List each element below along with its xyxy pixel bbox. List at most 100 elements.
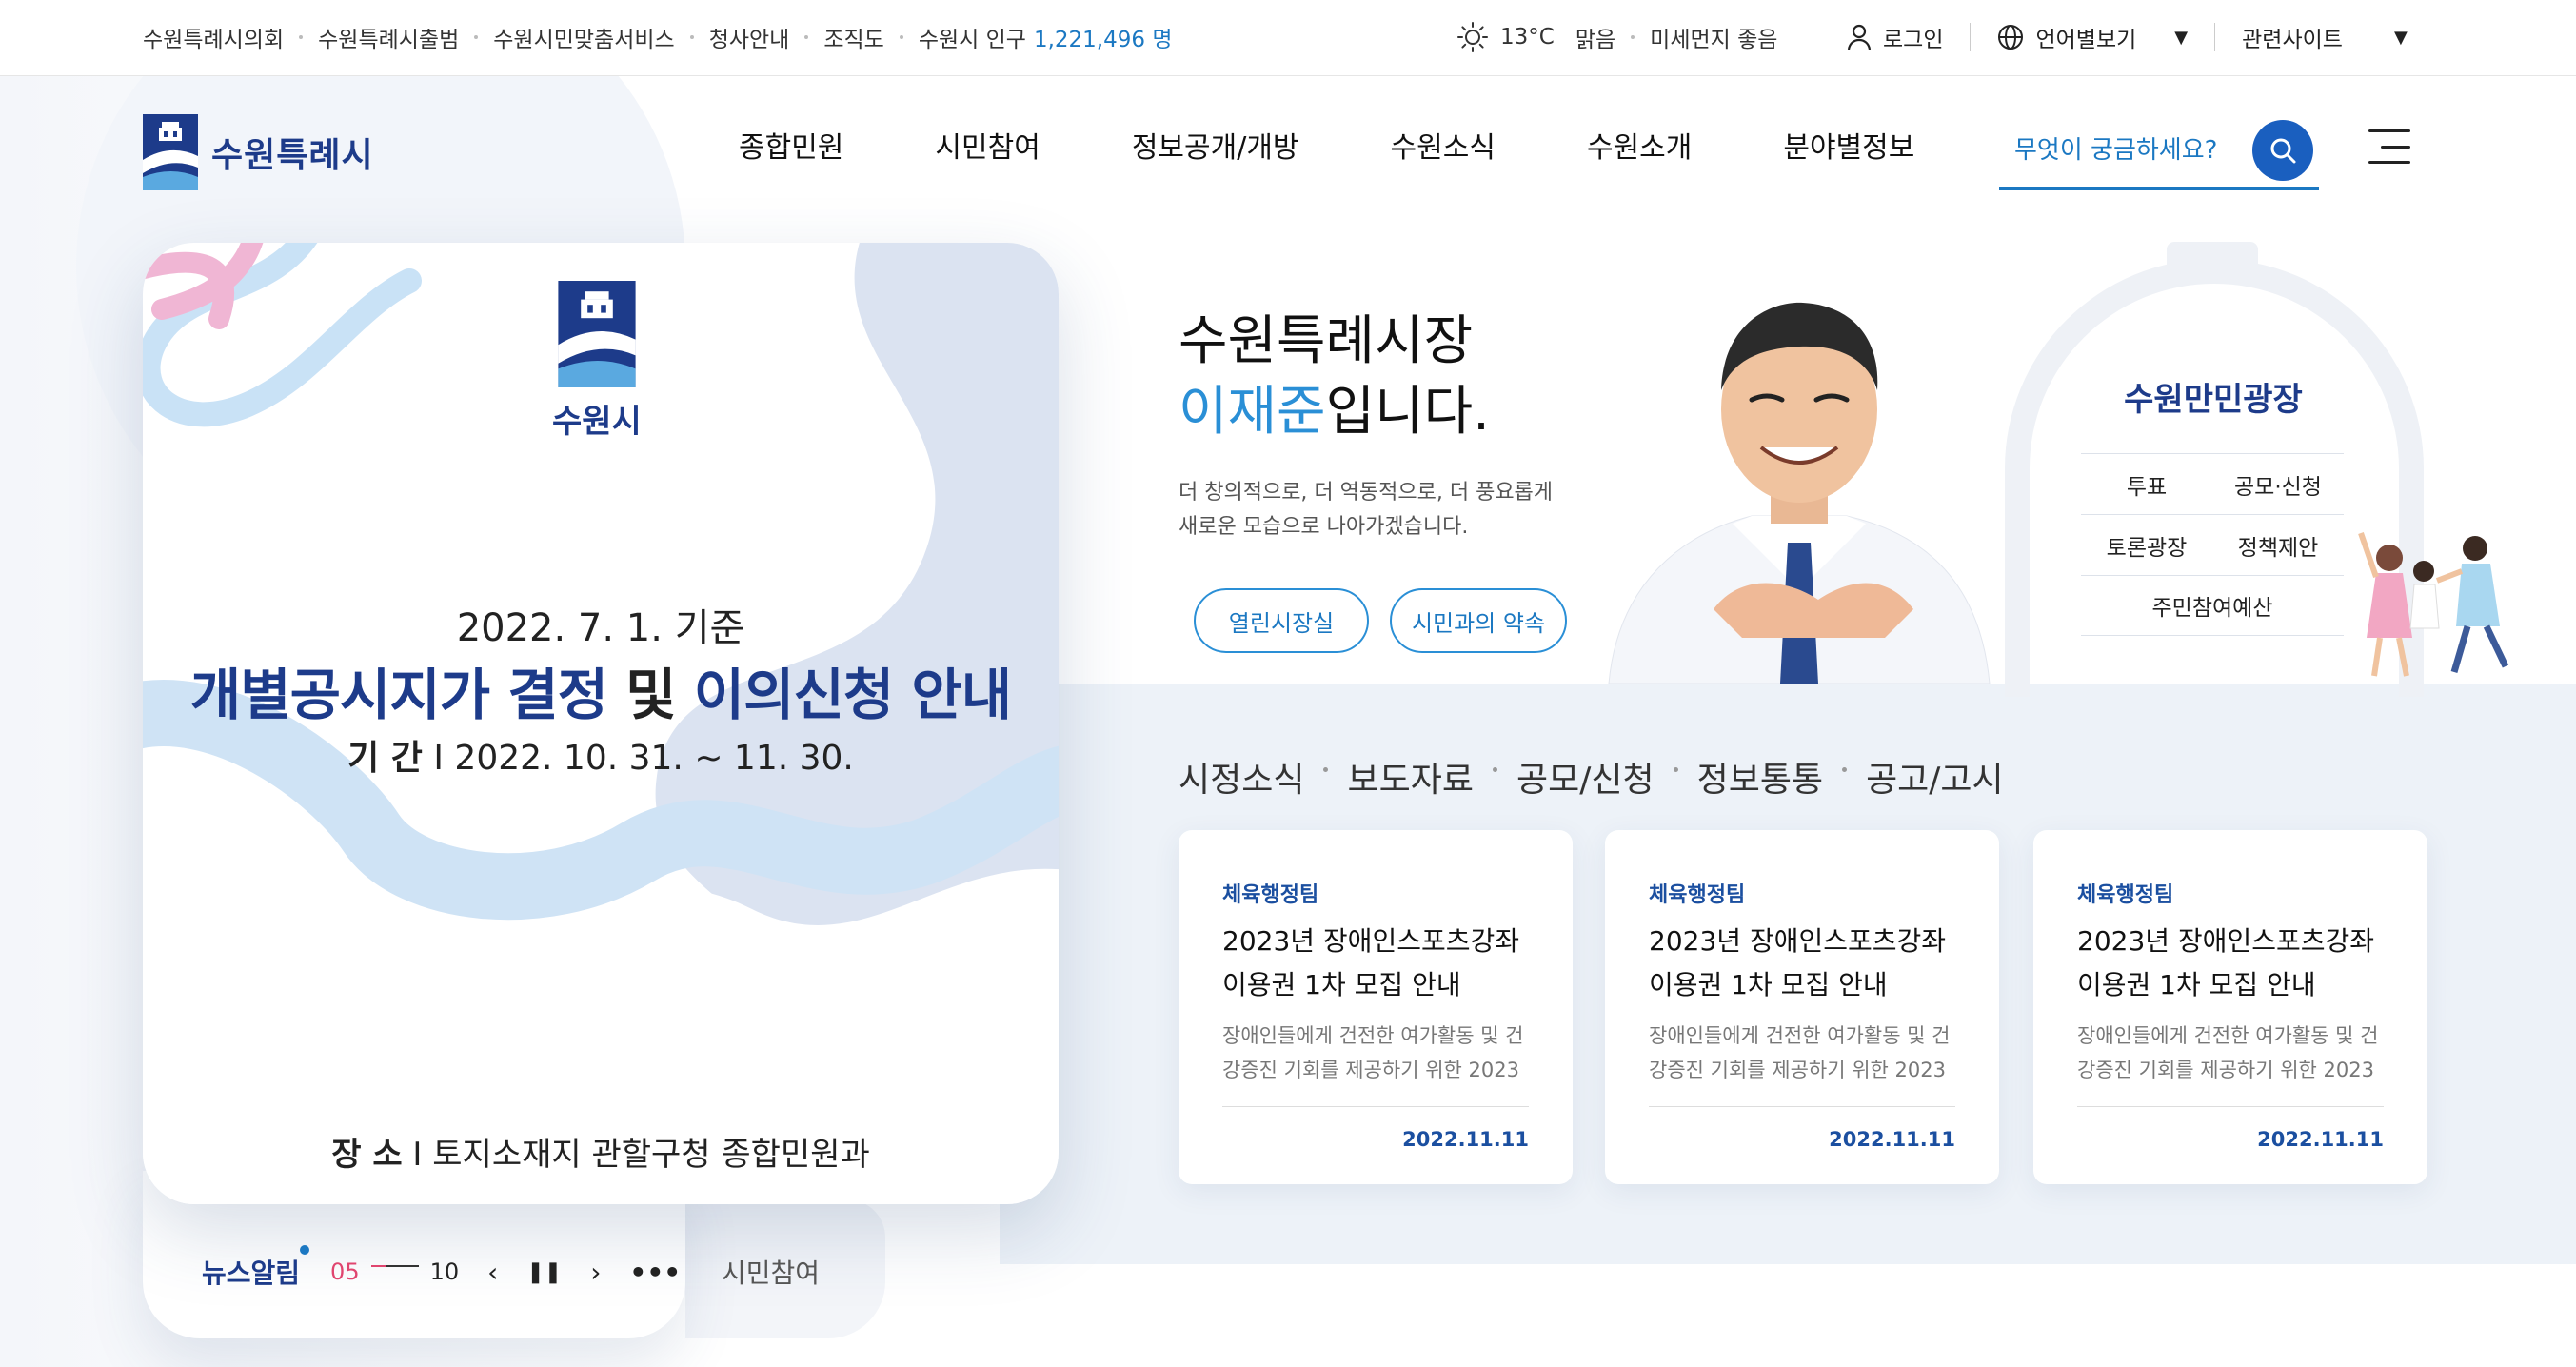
caret-down-icon: ▼ <box>2174 27 2189 48</box>
population-value: 1,221,496 명 <box>1033 28 1173 52</box>
active-indicator <box>300 1245 310 1255</box>
separator-dot <box>1492 766 1497 772</box>
tab-news-label: 뉴스알림 <box>202 1258 301 1289</box>
news-dept: 체육행정팀 <box>2077 883 2174 907</box>
news-date: 2022.11.11 <box>1402 1128 1529 1151</box>
separator-dot <box>899 35 903 39</box>
open-mayor-office-button[interactable]: 열린시장실 <box>1194 588 1369 653</box>
utility-bar: 수원특례시의회 수원특례시출범 수원시민맞춤서비스 청사안내 조직도 수원시 인… <box>0 0 2576 76</box>
main-banner[interactable]: 수원시 2022. 7. 1. 기준 개별공시지가 결정 및 이의신청 안내 기… <box>143 243 1059 1204</box>
news-title-line: 이용권 1차 모집 안내 <box>2077 969 2316 1000</box>
weather-condition: 맑음 <box>1575 28 1616 52</box>
util-link-council[interactable]: 수원특례시의회 <box>143 21 284 53</box>
news-dept: 체육행정팀 <box>1649 883 1746 907</box>
plaza-link-budget[interactable]: 주민참여예산 <box>2081 589 2344 622</box>
search-button[interactable] <box>2252 120 2313 181</box>
nav-item-civil[interactable]: 종합민원 <box>739 124 843 166</box>
suwon-logo-icon <box>143 114 198 190</box>
page-current: 05 <box>330 1258 360 1285</box>
news-summary-line: 강증진 기회를 제공하기 위한 2023 <box>2077 1059 2374 1081</box>
user-icon <box>1847 24 1872 50</box>
news-title-line: 이용권 1차 모집 안내 <box>1649 969 1888 1000</box>
more-icon[interactable]: ••• <box>629 1257 681 1288</box>
nav-item-news[interactable]: 수원소식 <box>1391 124 1496 166</box>
prev-icon[interactable]: ‹ <box>487 1257 498 1288</box>
language-select[interactable]: 언어별보기 ▼ <box>1997 21 2188 53</box>
banner-title-part1: 개별공시지가 결정 <box>189 663 608 727</box>
news-summary-line: 강증진 기회를 제공하기 위한 2023 <box>1222 1059 1519 1081</box>
banner-date: 2022. 7. 1. 기준 <box>456 606 745 650</box>
tab-notice[interactable]: 공고/고시 <box>1866 752 2004 802</box>
tab-info[interactable]: 정보통통 <box>1697 752 1823 802</box>
util-link-launch[interactable]: 수원특례시출범 <box>318 21 459 53</box>
hamburger-menu-icon[interactable] <box>2368 129 2410 164</box>
sun-icon <box>1456 21 1489 53</box>
plaza-link-vote[interactable]: 투표 <box>2081 468 2212 501</box>
related-sites-label: 관련사이트 <box>2242 28 2343 52</box>
nav-item-participation[interactable]: 시민참여 <box>935 124 1040 166</box>
mayor-suffix: 입니다. <box>1325 381 1490 443</box>
news-category-tabs: 시정소식 보도자료 공모/신청 정보통통 공고/고시 <box>1179 752 2004 802</box>
population-label: 수원시 인구 <box>918 28 1026 52</box>
news-summary: 장애인들에게 건전한 여가활동 및 건 강증진 기회를 제공하기 위한 2023 <box>1649 1019 1955 1107</box>
util-link-org-chart[interactable]: 조직도 <box>823 21 883 53</box>
plaza-link-apply[interactable]: 공모·신청 <box>2212 468 2344 501</box>
mayor-desc-line: 새로운 모습으로 나아가겠습니다. <box>1179 515 1469 539</box>
login-link[interactable]: 로그인 <box>1847 21 1943 53</box>
search-input[interactable] <box>1999 136 2228 165</box>
separator-dot <box>299 35 304 39</box>
globe-icon <box>1997 24 2024 50</box>
separator <box>1970 23 1972 51</box>
mayor-title: 수원특례시장 <box>1179 310 1474 372</box>
account-area: 로그인 언어별보기 ▼ 관련사이트 ▼ <box>1847 0 2408 74</box>
mayor-name: 이재준 <box>1179 381 1326 443</box>
util-link-office-info[interactable]: 청사안내 <box>709 21 790 53</box>
weather-widget: 13°C 맑음 미세먼지 좋음 <box>1456 0 1777 74</box>
news-summary: 장애인들에게 건전한 여가활동 및 건강증진 기회를 제공하기 위한 2023 <box>2077 1019 2384 1107</box>
period-label: 기 간 <box>347 739 423 778</box>
mayor-photo <box>1599 267 1999 684</box>
citizen-promise-button[interactable]: 시민과의 약속 <box>1390 588 1567 653</box>
news-date: 2022.11.11 <box>1829 1128 1955 1151</box>
news-summary: 장애인들에게 건전한 여가활동 및 건강증진 기회를 제공하기 위한 2023 <box>1222 1019 1529 1107</box>
news-title: 2023년 장애인스포츠강좌 이용권 1차 모집 안내 <box>2077 920 2384 1007</box>
news-summary-line: 장애인들에게 건전한 여가활동 및 건 <box>2077 1024 2379 1047</box>
weather-dust: 미세먼지 좋음 <box>1650 28 1778 52</box>
nav-item-about[interactable]: 수원소개 <box>1587 124 1692 166</box>
caret-down-icon: ▼ <box>2393 27 2408 48</box>
banner-controls: 뉴스알림 05 10 ‹ ❚❚ › ••• <box>202 1245 681 1291</box>
tab-citizen[interactable]: 시민참여 <box>722 1253 820 1291</box>
pause-icon[interactable]: ❚❚ <box>526 1260 562 1284</box>
mayor-desc-line: 더 창의적으로, 더 역동적으로, 더 풍요롭게 <box>1179 481 1554 505</box>
nav-item-fields[interactable]: 분야별정보 <box>1783 124 1914 166</box>
site-logo[interactable]: 수원특례시 <box>143 114 374 190</box>
tab-news[interactable]: 뉴스알림 <box>202 1245 310 1291</box>
place-value: I 토지소재지 관할구청 종합민원과 <box>412 1136 870 1174</box>
logo-text: 수원특례시 <box>211 136 374 175</box>
news-title: 2023년 장애인스포츠강좌 이용권 1차 모집 안내 <box>1649 920 1955 1007</box>
separator-dot <box>1323 766 1329 772</box>
related-sites-select[interactable]: 관련사이트 ▼ <box>2242 21 2408 53</box>
util-link-services[interactable]: 수원시민맞춤서비스 <box>493 21 674 53</box>
nav-item-info[interactable]: 정보공개/개방 <box>1132 124 1299 166</box>
news-summary-line: 장애인들에게 건전한 여가활동 및 건 <box>1222 1024 1524 1047</box>
search-icon <box>2269 136 2297 165</box>
separator <box>2214 23 2216 51</box>
suwon-logo-icon <box>557 281 637 387</box>
separator-dot <box>1673 766 1678 772</box>
news-card[interactable]: 체육행정팀 2023년 장애인스포츠강좌 이용권 1차 모집 안내 장애인들에게 … <box>1605 830 1999 1184</box>
next-icon[interactable]: › <box>590 1257 601 1288</box>
tab-press[interactable]: 보도자료 <box>1347 752 1473 802</box>
news-title: 2023년 장애인스포츠강좌 이용권 1차 모집 안내 <box>1222 920 1529 1007</box>
news-card[interactable]: 체육행정팀 2023년 장애인스포츠강좌 이용권 1차 모집 안내 장애인들에게 … <box>2033 830 2427 1184</box>
plaza-link-policy[interactable]: 정책제안 <box>2212 529 2344 562</box>
plaza-link-debate[interactable]: 토론광장 <box>2081 529 2212 562</box>
banner-title: 개별공시지가 결정 및 이의신청 안내 <box>143 650 1059 730</box>
news-date: 2022.11.11 <box>2257 1128 2384 1151</box>
tab-city-news[interactable]: 시정소식 <box>1179 752 1304 802</box>
language-label: 언어별보기 <box>2035 28 2137 52</box>
news-card[interactable]: 체육행정팀 2023년 장애인스포츠강좌 이용권 1차 모집 안내 장애인들에게 … <box>1179 830 1573 1184</box>
plaza-links: 투표 공모·신청 토론광장 정책제안 주민참여예산 <box>2081 453 2344 636</box>
tab-apply[interactable]: 공모/신청 <box>1516 752 1655 802</box>
banner-logo: 수원시 <box>552 281 642 442</box>
